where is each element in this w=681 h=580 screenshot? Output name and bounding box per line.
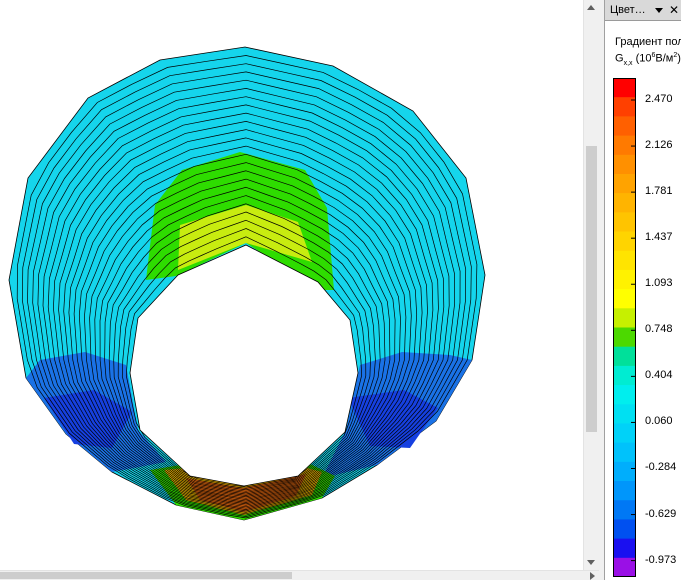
- field-contour-plot: [8, 46, 486, 521]
- horizontal-scroll-thumb[interactable]: [0, 572, 292, 579]
- close-icon[interactable]: ✕: [667, 3, 681, 17]
- color-scale-tick-label: -0.284: [645, 461, 677, 474]
- color-scale-swatch: [613, 231, 636, 252]
- color-scale-swatch: [613, 481, 636, 501]
- color-scale-tick-label: 1.437: [645, 231, 673, 244]
- color-scale-swatch: [613, 154, 636, 175]
- color-scale-swatch: [613, 250, 636, 271]
- color-scale-tick-label: 2.470: [645, 93, 673, 105]
- color-scale-swatch: [613, 212, 636, 233]
- color-scale-panel: Цвет… ✕ Градиент пол Gx,x (106В/м2) 2.47…: [605, 0, 681, 580]
- color-scale-swatch: [613, 173, 636, 194]
- color-scale-swatch: [613, 461, 636, 482]
- color-scale-swatch: [613, 269, 636, 290]
- color-scale-tick-label: 0.748: [645, 323, 673, 336]
- panel-header: Цвет… ✕: [605, 0, 681, 21]
- color-scale-tick-label: 2.126: [645, 139, 673, 152]
- color-scale-swatch: [613, 423, 636, 444]
- color-scale-swatch: [613, 519, 636, 540]
- legend-title: Градиент пол: [615, 36, 681, 48]
- scroll-up-arrow-icon[interactable]: [587, 5, 595, 10]
- color-scale-tick-label: -0.973: [645, 553, 677, 566]
- color-scale-swatch: [613, 78, 636, 98]
- legend-unit: Gx,x (106В/м2): [615, 52, 681, 67]
- panel-title: Цвет…: [610, 4, 646, 16]
- color-scale-swatch: [613, 385, 636, 405]
- plot-viewport[interactable]: [0, 0, 583, 570]
- scroll-right-arrow-icon[interactable]: [590, 572, 595, 580]
- vertical-scrollbar[interactable]: [583, 0, 599, 570]
- color-scale-tick-label: 0.060: [645, 415, 673, 428]
- color-scale-swatch: [613, 116, 636, 137]
- color-scale-tick-label: 0.404: [645, 369, 673, 382]
- horizontal-scrollbar[interactable]: [0, 570, 599, 580]
- color-scale-bar: [613, 78, 636, 577]
- color-scale-tick-label: 1.093: [645, 277, 673, 290]
- color-scale-swatch: [613, 500, 636, 520]
- color-scale-tick-label: -0.629: [645, 507, 677, 520]
- dropdown-arrow-icon[interactable]: [653, 6, 667, 16]
- color-scale-swatch: [613, 193, 636, 213]
- color-scale-swatch: [613, 365, 636, 386]
- color-scale-swatch: [613, 404, 636, 424]
- color-scale-swatch: [613, 538, 636, 559]
- color-scale-swatch: [613, 289, 636, 309]
- color-scale-swatch: [613, 346, 636, 367]
- color-scale-swatch: [613, 308, 636, 328]
- color-scale-tick-label: 1.781: [645, 185, 673, 198]
- scroll-down-arrow-icon[interactable]: [587, 560, 595, 565]
- color-scale-swatch: [613, 135, 636, 156]
- vertical-scroll-thumb[interactable]: [586, 146, 597, 432]
- color-scale-swatch: [613, 442, 636, 463]
